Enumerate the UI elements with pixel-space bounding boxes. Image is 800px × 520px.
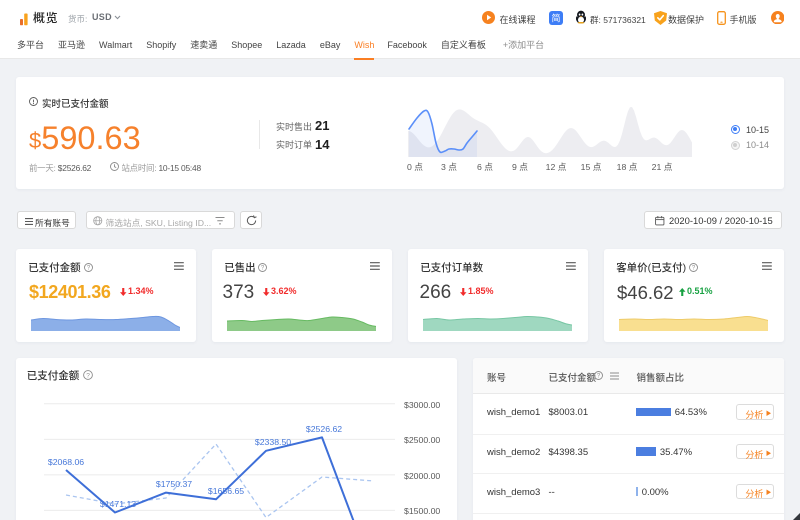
svg-text:简: 简 [551,11,560,24]
